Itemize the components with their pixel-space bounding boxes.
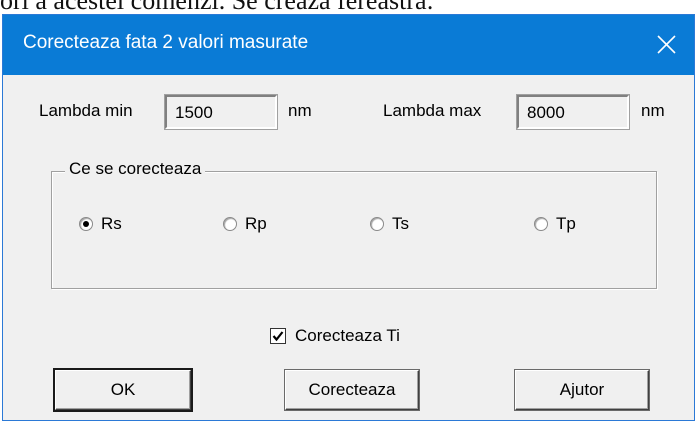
radio-label: Ts: [392, 214, 409, 233]
lambda-min-field[interactable]: 1500: [164, 94, 278, 130]
checkmark-icon: [272, 331, 284, 342]
radio-rp[interactable]: Rp: [223, 213, 267, 235]
lambda-min-unit: nm: [288, 101, 312, 120]
radio-circle: [370, 217, 384, 231]
radio-rs[interactable]: Rs: [79, 213, 122, 235]
checkbox-box: [270, 328, 286, 344]
lambda-max-field[interactable]: 8000: [516, 94, 630, 130]
close-icon: [657, 35, 676, 54]
radio-ts[interactable]: Ts: [370, 213, 409, 235]
dialog-title: Corecteaza fata 2 valori masurate: [23, 32, 309, 53]
correction-dialog: Corecteaza fata 2 valori masurate Lambda…: [2, 14, 695, 421]
radio-label: Rp: [245, 214, 267, 233]
correct-button[interactable]: Corecteaza: [285, 370, 419, 410]
checkbox-label: Corecteaza Ti: [295, 326, 400, 345]
lambda-min-label: Lambda min: [39, 101, 133, 120]
ok-button[interactable]: OK: [55, 370, 191, 410]
radio-circle: [223, 217, 237, 231]
lambda-max-unit: nm: [641, 101, 665, 120]
radio-label: Rs: [101, 214, 122, 233]
radio-circle: [79, 217, 93, 231]
radio-label: Tp: [556, 214, 576, 233]
title-bar: Corecteaza fata 2 valori masurate: [3, 15, 694, 75]
radio-tp[interactable]: Tp: [534, 213, 576, 235]
radio-selected-dot: [83, 221, 89, 227]
group-legend: Ce se corecteaza: [65, 159, 206, 179]
help-button[interactable]: Ajutor: [515, 370, 649, 410]
lambda-max-label: Lambda max: [383, 101, 482, 120]
radio-circle: [534, 217, 548, 231]
correct-ti-checkbox[interactable]: Corecteaza Ti: [270, 324, 400, 348]
close-button[interactable]: [638, 15, 694, 75]
